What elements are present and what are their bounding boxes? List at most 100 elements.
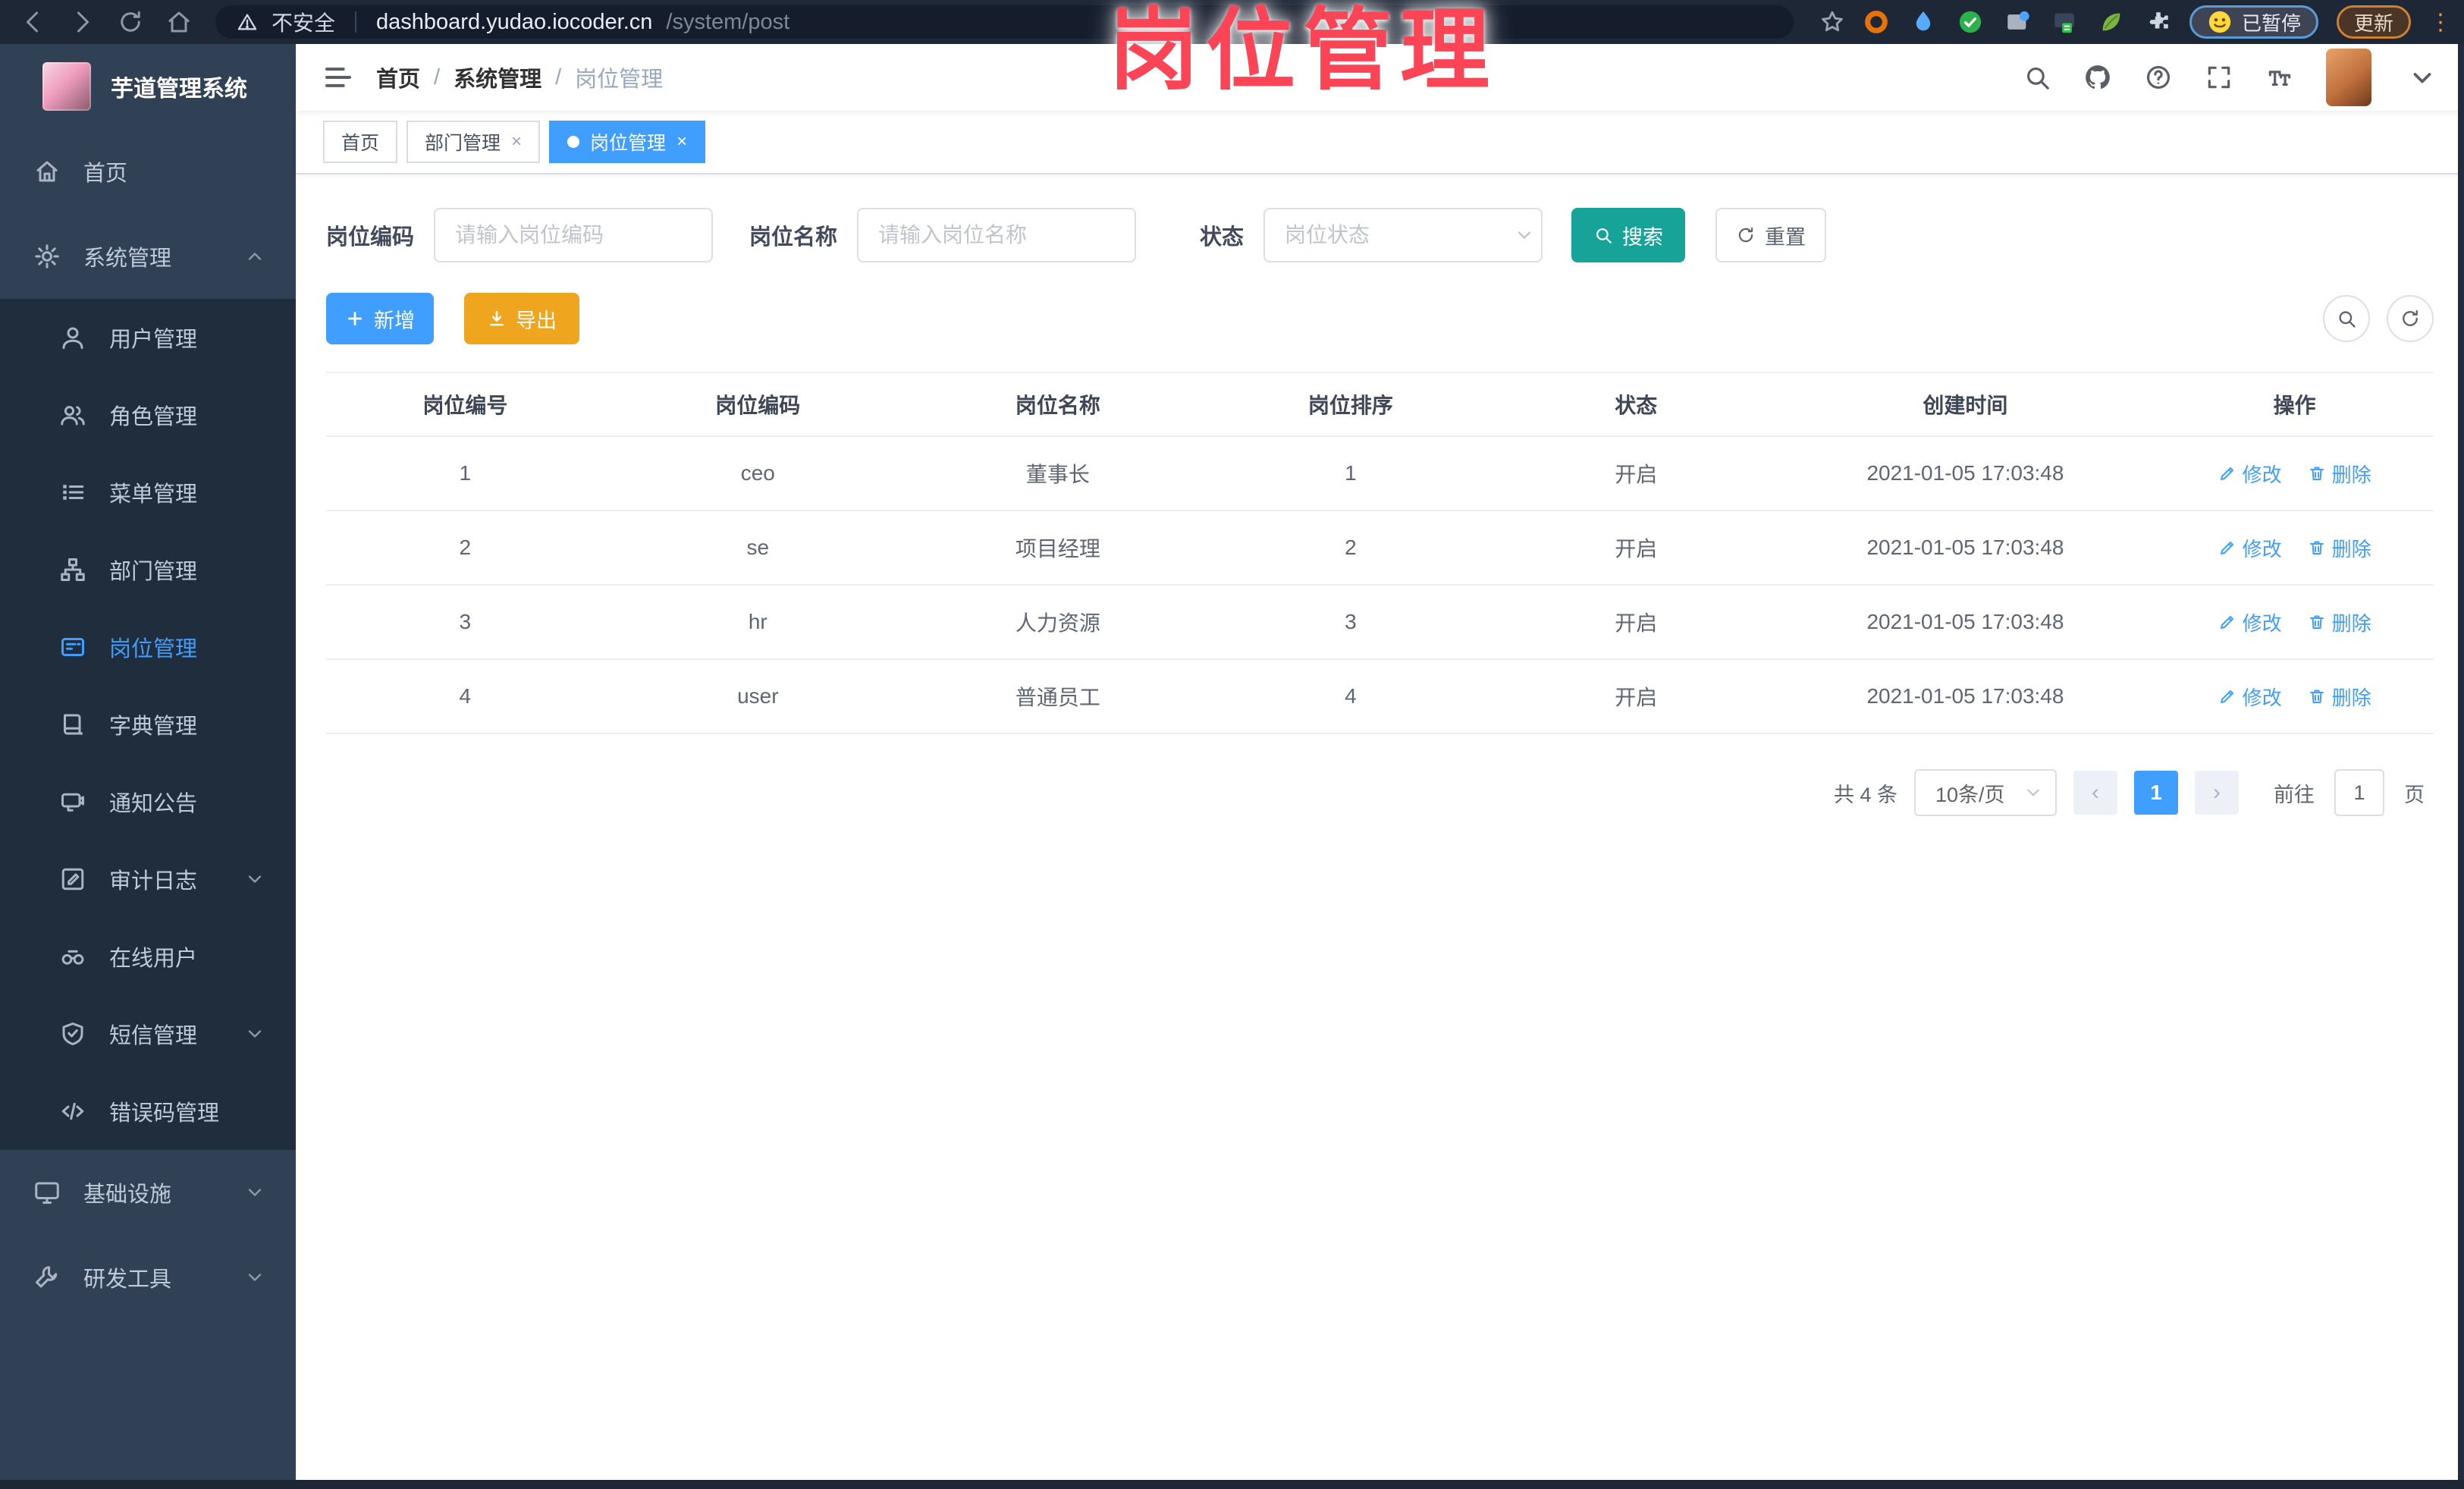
column-header: 岗位编号 [422, 394, 508, 417]
cell-post-sort: 2 [1345, 536, 1357, 559]
sidebar-menu-item[interactable]: 系统管理 [0, 214, 296, 299]
sidebar-item-label: 研发工具 [83, 1268, 172, 1292]
sidebar-menu-item[interactable]: 研发工具 [0, 1235, 296, 1320]
close-icon[interactable]: × [676, 133, 687, 151]
sidebar-menu-item[interactable]: 岗位管理 [0, 608, 296, 686]
pagination: 共 4 条 10条/页 ‹ 1 › 前往 页 [326, 769, 2434, 816]
page-tab[interactable]: 部门管理 × [406, 121, 541, 163]
sidebar-menu-item[interactable]: 通知公告 [0, 763, 296, 840]
column-header: 创建时间 [1923, 394, 2008, 417]
paused-extension-pill[interactable]: 已暂停 [2189, 5, 2318, 39]
url-host: dashboard.yudao.iocoder.cn [376, 9, 653, 34]
toggle-search-button[interactable] [2323, 295, 2370, 342]
sidebar-menu-item[interactable]: 用户管理 [0, 299, 296, 376]
extension-grid-icon[interactable] [2004, 9, 2030, 35]
search-icon[interactable] [2023, 63, 2051, 92]
sidebar-item-label: 系统管理 [83, 247, 172, 271]
font-size-icon[interactable] [2265, 63, 2294, 92]
caret-down-icon[interactable] [2408, 63, 2437, 92]
extension-orange-ring-icon[interactable] [1863, 9, 1889, 35]
forward-arrow-icon[interactable] [68, 8, 96, 36]
next-page-button[interactable]: › [2195, 771, 2239, 815]
reload-icon[interactable] [117, 8, 144, 36]
sidebar-menu-item[interactable]: 字典管理 [0, 686, 296, 763]
tags-view-bar: 首页 × 部门管理 × 岗位管理 × [296, 111, 2464, 174]
warning-triangle-icon [237, 11, 258, 33]
sidebar-item-label: 审计日志 [109, 869, 198, 894]
refresh-icon [1736, 225, 1756, 245]
prev-page-button[interactable]: ‹ [2073, 771, 2117, 815]
delete-link[interactable]: 删除 [2308, 460, 2371, 488]
edit-link[interactable]: 修改 [2218, 608, 2282, 636]
cell-post-no: 2 [459, 536, 472, 559]
sidebar-menu-item[interactable]: 菜单管理 [0, 454, 296, 531]
user-avatar[interactable] [2326, 49, 2371, 106]
sidebar-menu-item[interactable]: 基础设施 [0, 1150, 296, 1235]
sidebar-menu-item[interactable]: 角色管理 [0, 376, 296, 454]
delete-link[interactable]: 删除 [2308, 683, 2371, 711]
edit-link[interactable]: 修改 [2218, 460, 2282, 488]
cell-status: 开启 [1615, 686, 1658, 709]
status-select[interactable] [1263, 208, 1543, 262]
column-header: 岗位编码 [715, 394, 801, 417]
sidebar-item-label: 角色管理 [109, 405, 198, 429]
extension-leaf-icon[interactable] [2098, 9, 2124, 35]
table-toolbar: 新增 导出 [326, 293, 2434, 344]
cell-create-time: 2021-01-05 17:03:48 [1866, 461, 2064, 485]
cell-post-sort: 4 [1345, 684, 1357, 708]
url-path: /system/post [666, 9, 790, 34]
bookmark-star-icon[interactable] [1819, 9, 1845, 35]
list-icon [59, 479, 86, 506]
breadcrumb-item[interactable]: 首页 [376, 61, 420, 93]
sidebar-menu-item[interactable]: 错误码管理 [0, 1073, 296, 1150]
app-logo-row[interactable]: 芋道管理系统 [0, 44, 296, 129]
paused-label: 已暂停 [2241, 11, 2301, 35]
table-body: 1 ceo 董事长 1 开启 2021-01-05 17:03:48 修改 删除… [326, 437, 2434, 734]
sidebar-menu-item[interactable]: 短信管理 [0, 995, 296, 1073]
extension-green-check-icon[interactable] [1957, 9, 1983, 35]
delete-link[interactable]: 删除 [2308, 608, 2371, 636]
extension-puzzle-icon[interactable] [2145, 9, 2171, 35]
sidebar-item-label: 用户管理 [109, 328, 198, 352]
current-page-button[interactable]: 1 [2134, 771, 2178, 815]
security-label: 不安全 [272, 11, 336, 35]
home-icon[interactable] [165, 8, 193, 36]
page-tab[interactable]: 岗位管理 × [549, 121, 706, 163]
close-icon[interactable]: × [511, 133, 522, 151]
search-button[interactable]: 搜索 [1571, 208, 1686, 262]
back-arrow-icon[interactable] [20, 8, 47, 36]
page-size-select[interactable]: 10条/页 [1914, 769, 2057, 816]
question-icon[interactable] [2144, 63, 2173, 92]
breadcrumb-item[interactable]: 岗位管理 [575, 61, 663, 93]
sidebar-item-label: 字典管理 [109, 715, 198, 739]
post-name-input[interactable] [857, 208, 1137, 262]
page-tab[interactable]: 首页 × [323, 121, 398, 163]
export-button[interactable]: 导出 [464, 293, 579, 344]
refresh-table-button[interactable] [2387, 295, 2434, 342]
update-button[interactable]: 更新 [2336, 5, 2411, 39]
extension-screen-icon[interactable] [2051, 9, 2077, 35]
post-code-input[interactable] [434, 208, 714, 262]
goto-label: 前往 [2274, 783, 2315, 806]
emoji-face-icon [2207, 9, 2233, 35]
edit-link[interactable]: 修改 [2218, 534, 2282, 562]
browser-menu-icon[interactable]: ⋮ [2429, 9, 2452, 36]
extension-blue-drop-icon[interactable] [1910, 9, 1936, 35]
window-scrollbar-edge[interactable] [2458, 44, 2464, 1489]
chevron-down-icon [244, 1023, 265, 1044]
tools-icon [33, 1264, 61, 1291]
edit-link[interactable]: 修改 [2218, 683, 2282, 711]
github-icon[interactable] [2083, 63, 2112, 92]
breadcrumb-item[interactable]: 系统管理 [454, 61, 541, 93]
delete-link[interactable]: 删除 [2308, 534, 2371, 562]
reset-button[interactable]: 重置 [1715, 208, 1827, 262]
sidebar-menu-item[interactable]: 首页 [0, 129, 296, 214]
fullscreen-icon[interactable] [2205, 63, 2233, 92]
address-bar[interactable]: 不安全 dashboard.yudao.iocoder.cn/system/po… [215, 5, 1794, 39]
sidebar-menu-item[interactable]: 部门管理 [0, 531, 296, 608]
goto-page-input[interactable] [2334, 769, 2384, 816]
add-button[interactable]: 新增 [326, 293, 434, 344]
hamburger-icon[interactable] [323, 62, 353, 93]
sidebar-menu-item[interactable]: 审计日志 [0, 840, 296, 918]
sidebar-menu-item[interactable]: 在线用户 [0, 918, 296, 995]
